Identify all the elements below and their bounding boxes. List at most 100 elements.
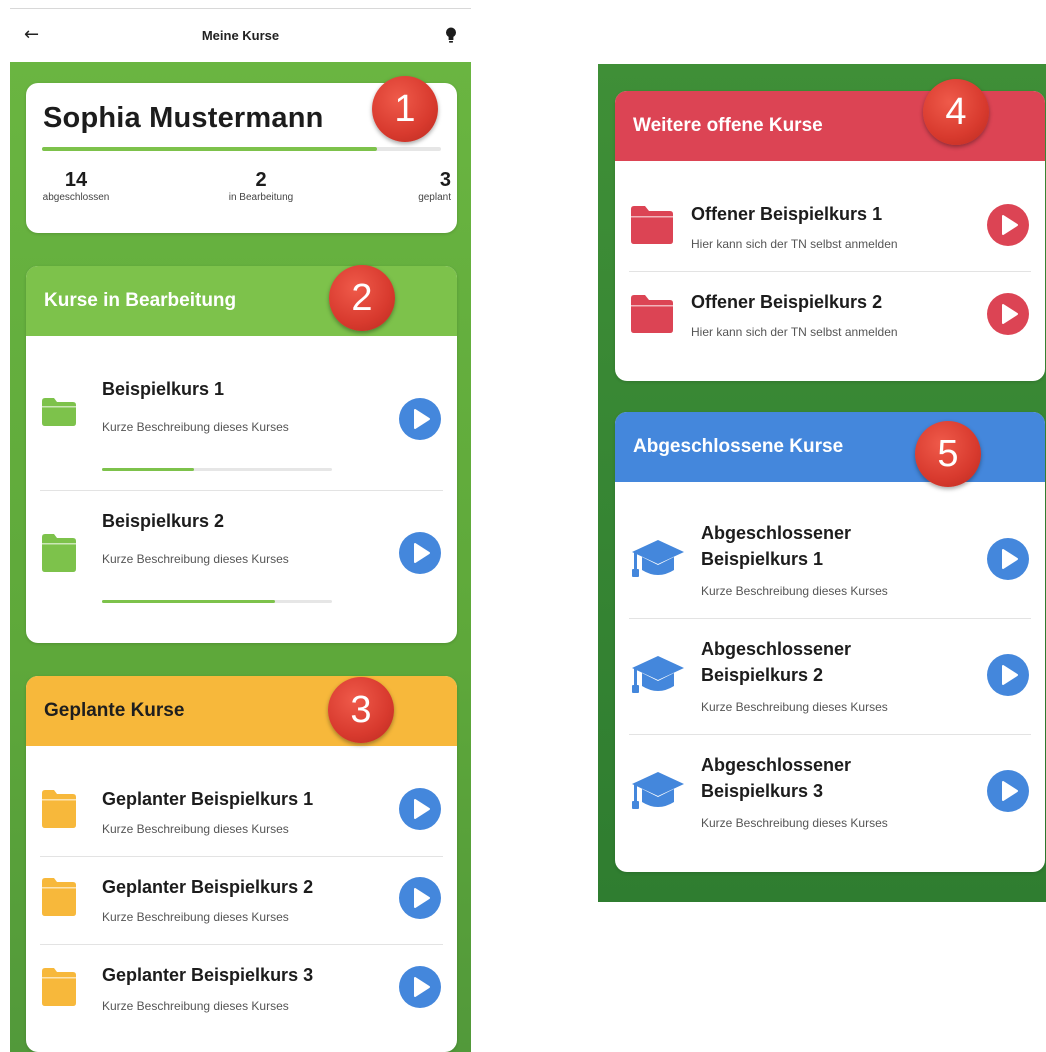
- in-progress-card: Kurse in Bearbeitung Beispielkurs 1 Kurz…: [26, 266, 457, 643]
- play-button[interactable]: [987, 538, 1029, 580]
- folder-icon: [42, 534, 76, 572]
- left-screen: ← Meine Kurse Sophia Mustermann 14 abges…: [10, 8, 471, 1052]
- course-item[interactable]: Offener Beispielkurs 2 Hier kann sich de…: [615, 271, 1045, 371]
- course-description: Hier kann sich der TN selbst anmelden: [691, 237, 898, 251]
- annotation-badge: 3: [328, 677, 394, 743]
- play-button[interactable]: [399, 532, 441, 574]
- play-button[interactable]: [987, 293, 1029, 335]
- course-title: Abgeschlossener Beispielkurs 1: [701, 520, 851, 572]
- section-title: Weitere offene Kurse: [633, 115, 823, 136]
- course-description: Kurze Beschreibung dieses Kurses: [701, 700, 888, 714]
- stat-value: 2: [255, 169, 267, 191]
- play-button[interactable]: [987, 654, 1029, 696]
- card-header: Abgeschlossene Kurse: [615, 412, 1045, 482]
- course-item[interactable]: Abgeschlossener Beispielkurs 2 Kurze Bes…: [615, 618, 1045, 734]
- planned-card: Geplante Kurse Geplanter Beispielkurs 1 …: [26, 676, 457, 1052]
- graduation-cap-icon: [632, 656, 684, 693]
- folder-icon: [42, 968, 76, 1006]
- stat-label: in Bearbeitung: [228, 192, 294, 203]
- course-title-line2: Beispielkurs 1: [701, 549, 824, 569]
- course-title: Geplanter Beispielkurs 1: [102, 789, 314, 809]
- course-item[interactable]: Beispielkurs 2 Kurze Beschreibung dieses…: [26, 490, 457, 640]
- stat-label: abgeschlossen: [42, 192, 110, 203]
- app-bar: ← Meine Kurse: [10, 9, 471, 62]
- folder-icon: [631, 295, 673, 333]
- course-description: Kurze Beschreibung dieses Kurses: [102, 822, 289, 836]
- course-progress-bar: [102, 600, 332, 603]
- play-icon: [399, 398, 441, 440]
- course-item[interactable]: Geplanter Beispielkurs 3 Kurze Beschreib…: [26, 944, 457, 1044]
- page-title: Meine Kurse: [201, 28, 280, 43]
- course-progress-bar: [102, 468, 332, 471]
- annotation-badge: 1: [372, 76, 438, 142]
- play-icon: [399, 532, 441, 574]
- section-title: Kurse in Bearbeitung: [44, 290, 237, 311]
- course-title: Beispielkurs 2: [102, 511, 225, 531]
- open-courses-card: Weitere offene Kurse Offener Beispielkur…: [615, 91, 1045, 381]
- play-icon: [987, 654, 1029, 696]
- course-description: Kurze Beschreibung dieses Kurses: [701, 816, 888, 830]
- course-title: Geplanter Beispielkurs 3: [102, 965, 314, 985]
- overall-progress-fill: [42, 147, 378, 151]
- annotation-badge: 5: [915, 421, 981, 487]
- right-screen: Weitere offene Kurse Offener Beispielkur…: [598, 64, 1046, 902]
- course-title: Beispielkurs 1: [102, 379, 225, 399]
- folder-icon: [42, 790, 76, 828]
- play-button[interactable]: [399, 788, 441, 830]
- course-title-line1: Abgeschlossener: [701, 755, 852, 775]
- play-icon: [987, 538, 1029, 580]
- play-icon: [399, 788, 441, 830]
- course-description: Kurze Beschreibung dieses Kurses: [102, 999, 289, 1013]
- course-description: Kurze Beschreibung dieses Kurses: [102, 552, 289, 566]
- section-title: Geplante Kurse: [44, 700, 185, 721]
- completed-courses-card: Abgeschlossene Kurse Abgeschlossener Bei…: [615, 412, 1045, 872]
- play-button[interactable]: [987, 770, 1029, 812]
- stat-planned: 3 geplant: [391, 169, 451, 205]
- play-button[interactable]: [399, 966, 441, 1008]
- play-icon: [987, 770, 1029, 812]
- play-button[interactable]: [987, 204, 1029, 246]
- course-title-line1: Abgeschlossener: [701, 523, 852, 543]
- course-progress-fill: [102, 468, 194, 471]
- graduation-cap-icon: [632, 540, 684, 577]
- course-item[interactable]: Abgeschlossener Beispielkurs 1 Kurze Bes…: [615, 482, 1045, 618]
- course-title: Offener Beispielkurs 2: [691, 292, 883, 312]
- play-icon: [399, 877, 441, 919]
- stat-completed: 14 abgeschlossen: [41, 169, 111, 205]
- course-title: Abgeschlossener Beispielkurs 2: [701, 636, 851, 688]
- graduation-cap-icon: [632, 772, 684, 809]
- folder-icon: [631, 206, 673, 244]
- user-name: Sophia Mustermann: [43, 102, 324, 134]
- play-button[interactable]: [399, 877, 441, 919]
- lightbulb-icon[interactable]: [444, 26, 458, 46]
- course-title: Offener Beispielkurs 1: [691, 204, 883, 224]
- play-icon: [987, 204, 1029, 246]
- folder-icon: [42, 878, 76, 916]
- section-title: Abgeschlossene Kurse: [633, 436, 844, 457]
- course-description: Kurze Beschreibung dieses Kurses: [102, 420, 289, 434]
- course-title-line2: Beispielkurs 2: [701, 665, 824, 685]
- course-progress-fill: [102, 600, 275, 603]
- course-title-line1: Abgeschlossener: [701, 639, 852, 659]
- annotation-badge: 4: [923, 79, 989, 145]
- play-button[interactable]: [399, 398, 441, 440]
- course-item[interactable]: Beispielkurs 1 Kurze Beschreibung dieses…: [26, 336, 457, 486]
- course-item[interactable]: Geplanter Beispielkurs 2 Kurze Beschreib…: [26, 856, 457, 944]
- course-title-line2: Beispielkurs 3: [701, 781, 824, 801]
- course-item[interactable]: Offener Beispielkurs 1 Hier kann sich de…: [615, 161, 1045, 271]
- stat-value: 14: [64, 169, 88, 191]
- course-title: Abgeschlossener Beispielkurs 3: [701, 752, 851, 804]
- folder-icon: [42, 398, 76, 426]
- stat-in-progress: 2 in Bearbeitung: [216, 169, 306, 205]
- course-description: Kurze Beschreibung dieses Kurses: [102, 910, 289, 924]
- course-item[interactable]: Geplanter Beispielkurs 1 Kurze Beschreib…: [26, 746, 457, 856]
- course-item[interactable]: Abgeschlossener Beispielkurs 3 Kurze Bes…: [615, 734, 1045, 864]
- overall-progress-bar: [42, 147, 441, 151]
- stat-value: 3: [439, 169, 451, 191]
- course-description: Kurze Beschreibung dieses Kurses: [701, 584, 888, 598]
- stat-label: geplant: [418, 192, 451, 203]
- play-icon: [987, 293, 1029, 335]
- annotation-badge: 2: [329, 265, 395, 331]
- course-title: Geplanter Beispielkurs 2: [102, 877, 314, 897]
- course-description: Hier kann sich der TN selbst anmelden: [691, 325, 898, 339]
